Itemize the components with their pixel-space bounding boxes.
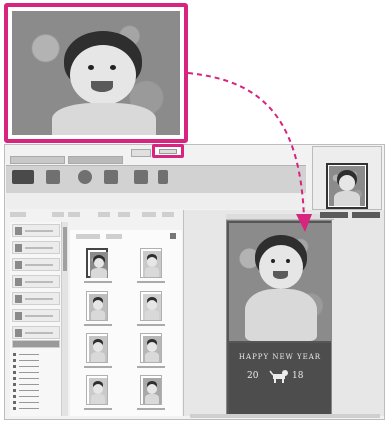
subtool-6[interactable] [142, 212, 156, 217]
thumbnail-caption [137, 408, 165, 410]
photo-thumbnail[interactable] [86, 291, 108, 321]
panel-tabs [320, 212, 382, 218]
sort-dropdown[interactable] [76, 234, 100, 239]
edit-tool-icon[interactable] [134, 170, 148, 184]
grid-view-icon[interactable] [170, 233, 176, 239]
left-sidebar [10, 222, 62, 416]
frame-tool-icon[interactable] [104, 170, 118, 184]
card-photo[interactable] [229, 223, 331, 341]
subtool-2[interactable] [52, 212, 64, 217]
greeting-text: HAPPY NEW YEAR [238, 353, 322, 361]
baby-photo [12, 11, 180, 135]
tree-item[interactable] [13, 352, 49, 357]
photo-thumbnail[interactable] [140, 291, 162, 321]
thumbnail-caption [84, 366, 112, 368]
panel-tab-1[interactable] [320, 212, 348, 218]
subtool-5[interactable] [118, 212, 130, 217]
year-right-text: 18 [292, 371, 304, 381]
selected-photo-preview [4, 3, 188, 143]
dog-icon [269, 370, 288, 383]
zoom-bar[interactable] [190, 414, 380, 418]
photo-thumbnail[interactable] [86, 375, 108, 405]
photo-thumbnail[interactable] [86, 248, 108, 278]
tab-strip [10, 156, 130, 164]
photo-thumbnail[interactable] [140, 375, 162, 405]
tab-2[interactable] [68, 156, 123, 164]
new-year-card[interactable]: HAPPY NEW YEAR 20 18 [226, 220, 332, 416]
sidebar-item-7[interactable] [12, 326, 60, 339]
sidebar-item-2[interactable] [12, 241, 60, 254]
tree-item[interactable] [13, 388, 49, 393]
sub-toolbar [6, 210, 190, 220]
tree-item[interactable] [13, 382, 49, 387]
title-bar [6, 193, 306, 209]
print-tool-icon[interactable] [158, 170, 168, 184]
ok-button[interactable] [159, 149, 177, 154]
ok-button-highlight [152, 144, 184, 158]
tree-item[interactable] [13, 394, 49, 399]
sidebar-item-6[interactable] [12, 309, 60, 322]
subtool-3[interactable] [68, 212, 80, 217]
panel-tab-2[interactable] [352, 212, 380, 218]
thumbnail-caption [137, 366, 165, 368]
tree-item[interactable] [13, 376, 49, 381]
filter-dropdown[interactable] [106, 234, 122, 239]
photo-thumbnail[interactable] [140, 248, 162, 278]
sidebar-item-1[interactable] [12, 224, 60, 237]
tree-item[interactable] [13, 400, 49, 405]
subtool-4[interactable] [98, 212, 110, 217]
cancel-button[interactable] [131, 149, 151, 157]
sidebar-item-4[interactable] [12, 275, 60, 288]
tab-1[interactable] [10, 156, 65, 164]
subtool-1[interactable] [10, 212, 26, 217]
tree-item[interactable] [13, 370, 49, 375]
tree-item[interactable] [13, 406, 49, 411]
sidebar-folder-header[interactable] [12, 340, 60, 348]
logo-icon [12, 170, 34, 184]
photo-tool-icon[interactable] [46, 170, 60, 184]
scroll-thumb[interactable] [63, 227, 67, 271]
photo-thumbnail[interactable] [140, 333, 162, 363]
thumbnail-toolbar [72, 233, 182, 241]
tree-item[interactable] [13, 364, 49, 369]
sidebar-item-3[interactable] [12, 258, 60, 271]
greeting-banner: HAPPY NEW YEAR 20 18 [229, 343, 331, 415]
preview-thumbnail[interactable] [326, 163, 368, 209]
thumbnail-caption [84, 324, 112, 326]
sidebar-item-5[interactable] [12, 292, 60, 305]
sidebar-scrollbar[interactable] [62, 222, 68, 416]
thumbnail-caption [137, 281, 165, 283]
layout-tool-icon[interactable] [78, 170, 92, 184]
thumbnail-caption [84, 408, 112, 410]
year-left-text: 20 [247, 371, 259, 381]
tree-item[interactable] [13, 358, 49, 363]
photo-thumbnail[interactable] [86, 333, 108, 363]
thumbnail-caption [137, 324, 165, 326]
subtool-7[interactable] [162, 212, 174, 217]
thumbnail-caption [84, 281, 112, 283]
main-toolbar [6, 165, 306, 193]
